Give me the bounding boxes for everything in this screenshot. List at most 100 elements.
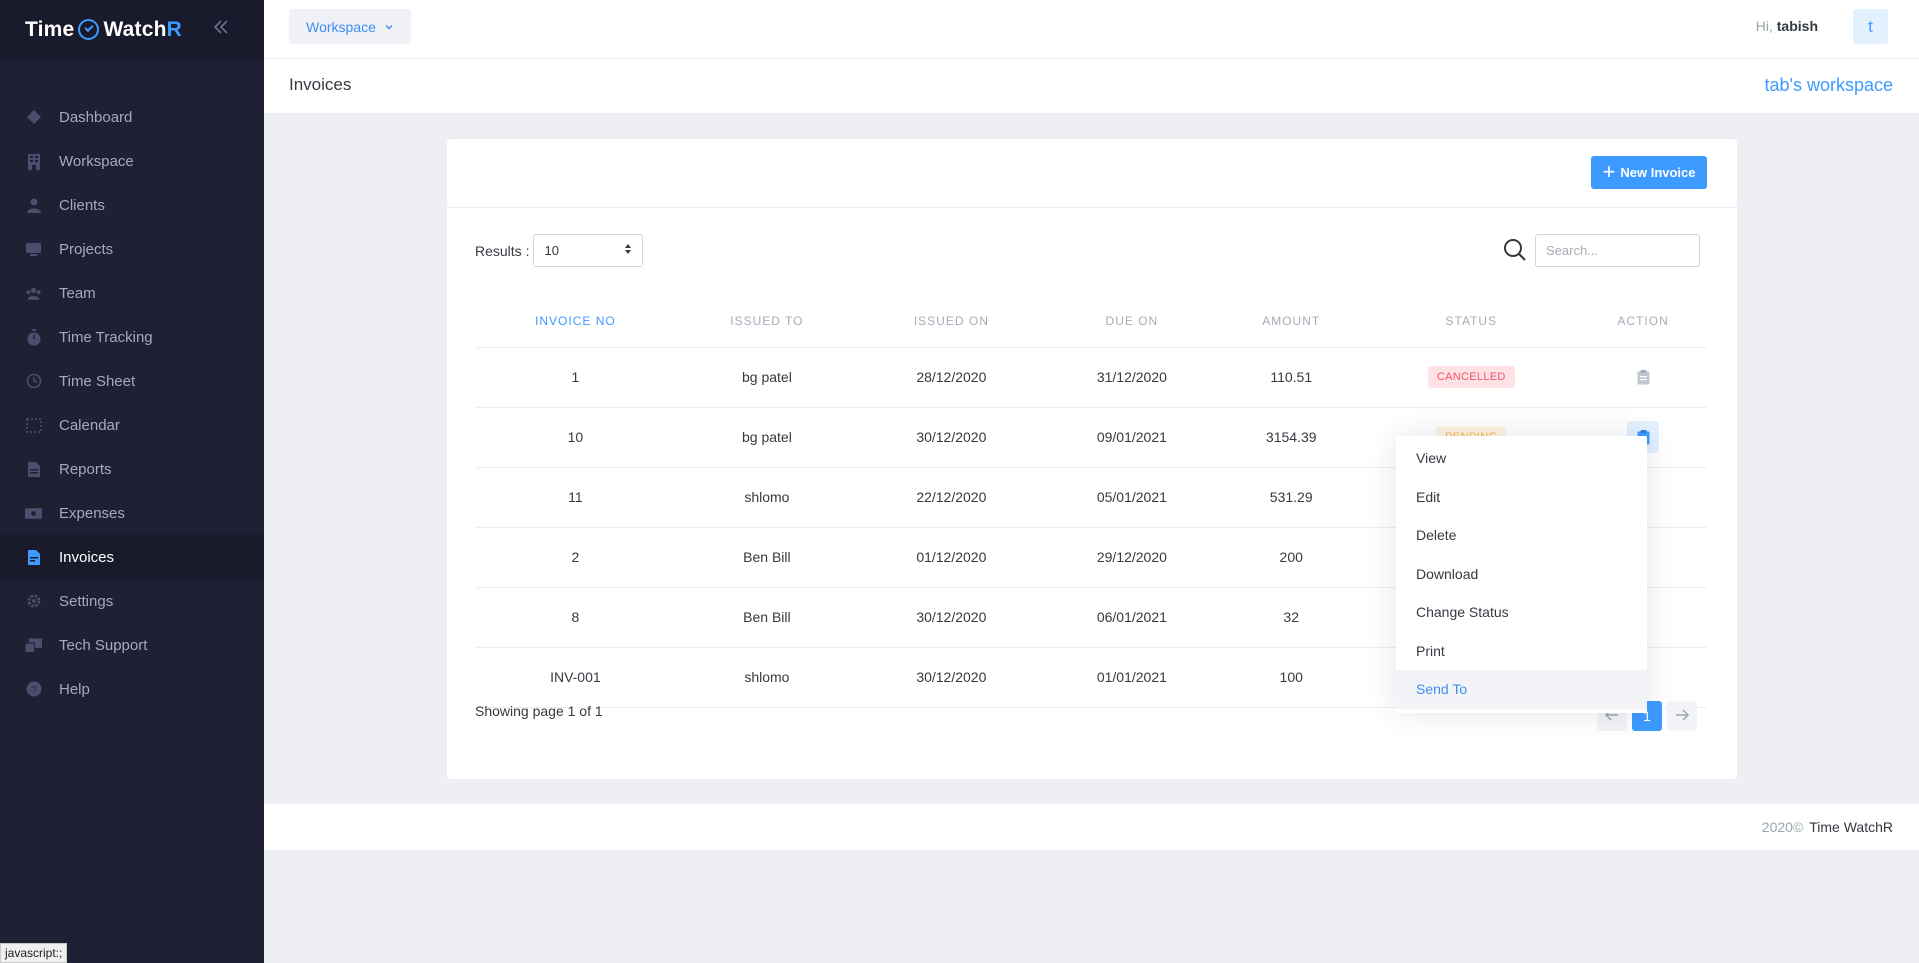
sidebar-item-label: Settings	[59, 592, 114, 610]
search-icon[interactable]	[1502, 237, 1528, 263]
sidebar-item-label: Dashboard	[59, 108, 133, 126]
sidebar-item-tech-support[interactable]: Tech Support	[0, 623, 264, 667]
sidebar-item-workspace[interactable]: Workspace	[0, 139, 264, 183]
menu-item-delete[interactable]: Delete	[1396, 516, 1647, 555]
issued-on: 30/12/2020	[858, 407, 1045, 468]
sidebar-item-clients[interactable]: Clients	[0, 183, 264, 227]
sidebar-item-label: Workspace	[59, 152, 134, 170]
sidebar-item-label: Help	[59, 680, 90, 698]
menu-item-change-status[interactable]: Change Status	[1396, 593, 1647, 632]
monitor-icon	[25, 241, 42, 258]
plus-icon: +	[1602, 158, 1616, 184]
amount: 110.51	[1219, 347, 1364, 408]
sidebar-item-team[interactable]: Team	[0, 271, 264, 315]
issued-on: 22/12/2020	[858, 467, 1045, 528]
action-dropdown-menu: View Edit Delete Download Change Status …	[1396, 436, 1647, 713]
clipboard-icon[interactable]	[1627, 361, 1659, 393]
sidebar-item-time-sheet[interactable]: Time Sheet	[0, 359, 264, 403]
sidebar-item-projects[interactable]: Projects	[0, 227, 264, 271]
column-header-action: ACTION	[1579, 296, 1707, 348]
column-header-due-on[interactable]: DUE ON	[1044, 296, 1220, 348]
menu-item-edit[interactable]: Edit	[1396, 478, 1647, 517]
due-on: 31/12/2020	[1044, 347, 1220, 408]
arrow-right-icon	[1675, 708, 1690, 724]
amount: 100	[1219, 647, 1364, 708]
issued-on: 30/12/2020	[858, 587, 1045, 648]
due-on: 01/01/2021	[1044, 647, 1220, 708]
menu-item-view[interactable]: View	[1396, 439, 1647, 478]
support-icon	[25, 637, 42, 654]
column-header-issued-to[interactable]: ISSUED TO	[675, 296, 859, 348]
issued-on: 30/12/2020	[858, 647, 1045, 708]
page-title: Invoices	[289, 75, 352, 94]
menu-item-print[interactable]: Print	[1396, 632, 1647, 671]
sidebar-item-reports[interactable]: Reports	[0, 447, 264, 491]
menu-item-send-to[interactable]: Send To	[1396, 670, 1647, 709]
new-invoice-button[interactable]: + New Invoice	[1591, 156, 1707, 189]
avatar[interactable]: t	[1853, 9, 1888, 44]
column-header-status[interactable]: STATUS	[1363, 296, 1580, 348]
collapse-sidebar-icon[interactable]	[210, 16, 232, 38]
workspace-name-link[interactable]: tab's workspace	[1765, 75, 1894, 96]
sidebar-item-invoices[interactable]: Invoices	[0, 535, 264, 579]
issued-to: bg patel	[675, 407, 859, 468]
sidebar-item-calendar[interactable]: Calendar	[0, 403, 264, 447]
logo-r: R	[166, 17, 183, 41]
user-greeting: Hi, tabish	[1756, 18, 1818, 34]
next-page-button[interactable]	[1667, 701, 1697, 731]
due-on: 06/01/2021	[1044, 587, 1220, 648]
invoice-no: 10	[475, 407, 676, 468]
sidebar-item-label: Expenses	[59, 504, 125, 522]
invoice-no: INV-001	[475, 647, 676, 708]
issued-on: 28/12/2020	[858, 347, 1045, 408]
svg-text:?: ?	[31, 685, 37, 696]
column-header-amount[interactable]: AMOUNT	[1219, 296, 1364, 348]
clock-logo-icon	[78, 19, 100, 40]
sidebar-nav: Dashboard Workspace Clients Projects Tea…	[0, 59, 264, 711]
pagination-info: Showing page 1 of 1	[475, 703, 603, 719]
sidebar-header: Time Watch R	[0, 0, 264, 59]
table-row: 1 bg patel 28/12/2020 31/12/2020 110.51 …	[475, 347, 1707, 408]
logo[interactable]: Time Watch R	[25, 18, 182, 42]
menu-item-download[interactable]: Download	[1396, 555, 1647, 594]
results-select[interactable]: 10	[533, 234, 644, 267]
greeting-text: Hi,	[1755, 18, 1773, 34]
status-cell: CANCELLED	[1363, 347, 1580, 408]
column-header-invoice-no[interactable]: INVOICE NO	[475, 296, 676, 348]
amount: 531.29	[1219, 467, 1364, 528]
clock-icon	[25, 373, 42, 390]
stopwatch-icon	[25, 328, 42, 346]
sort-arrows-icon	[624, 243, 632, 258]
issued-to: shlomo	[675, 647, 859, 708]
help-icon: ?	[25, 681, 42, 698]
workspace-dropdown-button[interactable]: Workspace	[289, 9, 411, 44]
footer-year: 2020©	[1761, 819, 1804, 835]
document-icon	[25, 461, 42, 478]
sidebar-item-time-tracking[interactable]: Time Tracking	[0, 315, 264, 359]
logo-time: Time	[25, 17, 75, 41]
results-value: 10	[544, 243, 559, 258]
sidebar-item-expenses[interactable]: Expenses	[0, 491, 264, 535]
card-header: + New Invoice	[447, 139, 1737, 208]
results-label: Results :	[475, 242, 530, 259]
column-header-issued-on[interactable]: ISSUED ON	[858, 296, 1045, 348]
username: tabish	[1776, 18, 1818, 34]
footer-text: 2020© Time WatchR	[1762, 819, 1893, 835]
workspace-button-label: Workspace	[306, 18, 376, 35]
issued-to: Ben Bill	[675, 527, 859, 588]
top-header: Workspace Hi, tabish t	[264, 0, 1919, 59]
sidebar-item-label: Calendar	[59, 416, 120, 434]
new-invoice-label: New Invoice	[1620, 165, 1696, 180]
sidebar-item-settings[interactable]: Settings	[0, 579, 264, 623]
invoice-icon	[25, 549, 42, 566]
status-badge: CANCELLED	[1427, 366, 1515, 388]
sidebar-item-label: Invoices	[59, 548, 115, 566]
action-cell	[1579, 347, 1707, 408]
sidebar-item-dashboard[interactable]: Dashboard	[0, 95, 264, 139]
sidebar: Time Watch R Dashboard Workspace Clients …	[0, 0, 264, 963]
invoice-no: 1	[475, 347, 676, 408]
search-input[interactable]	[1535, 234, 1700, 267]
invoice-no: 2	[475, 527, 676, 588]
sidebar-item-help[interactable]: ? Help	[0, 667, 264, 711]
footer-brand: Time WatchR	[1809, 819, 1893, 835]
